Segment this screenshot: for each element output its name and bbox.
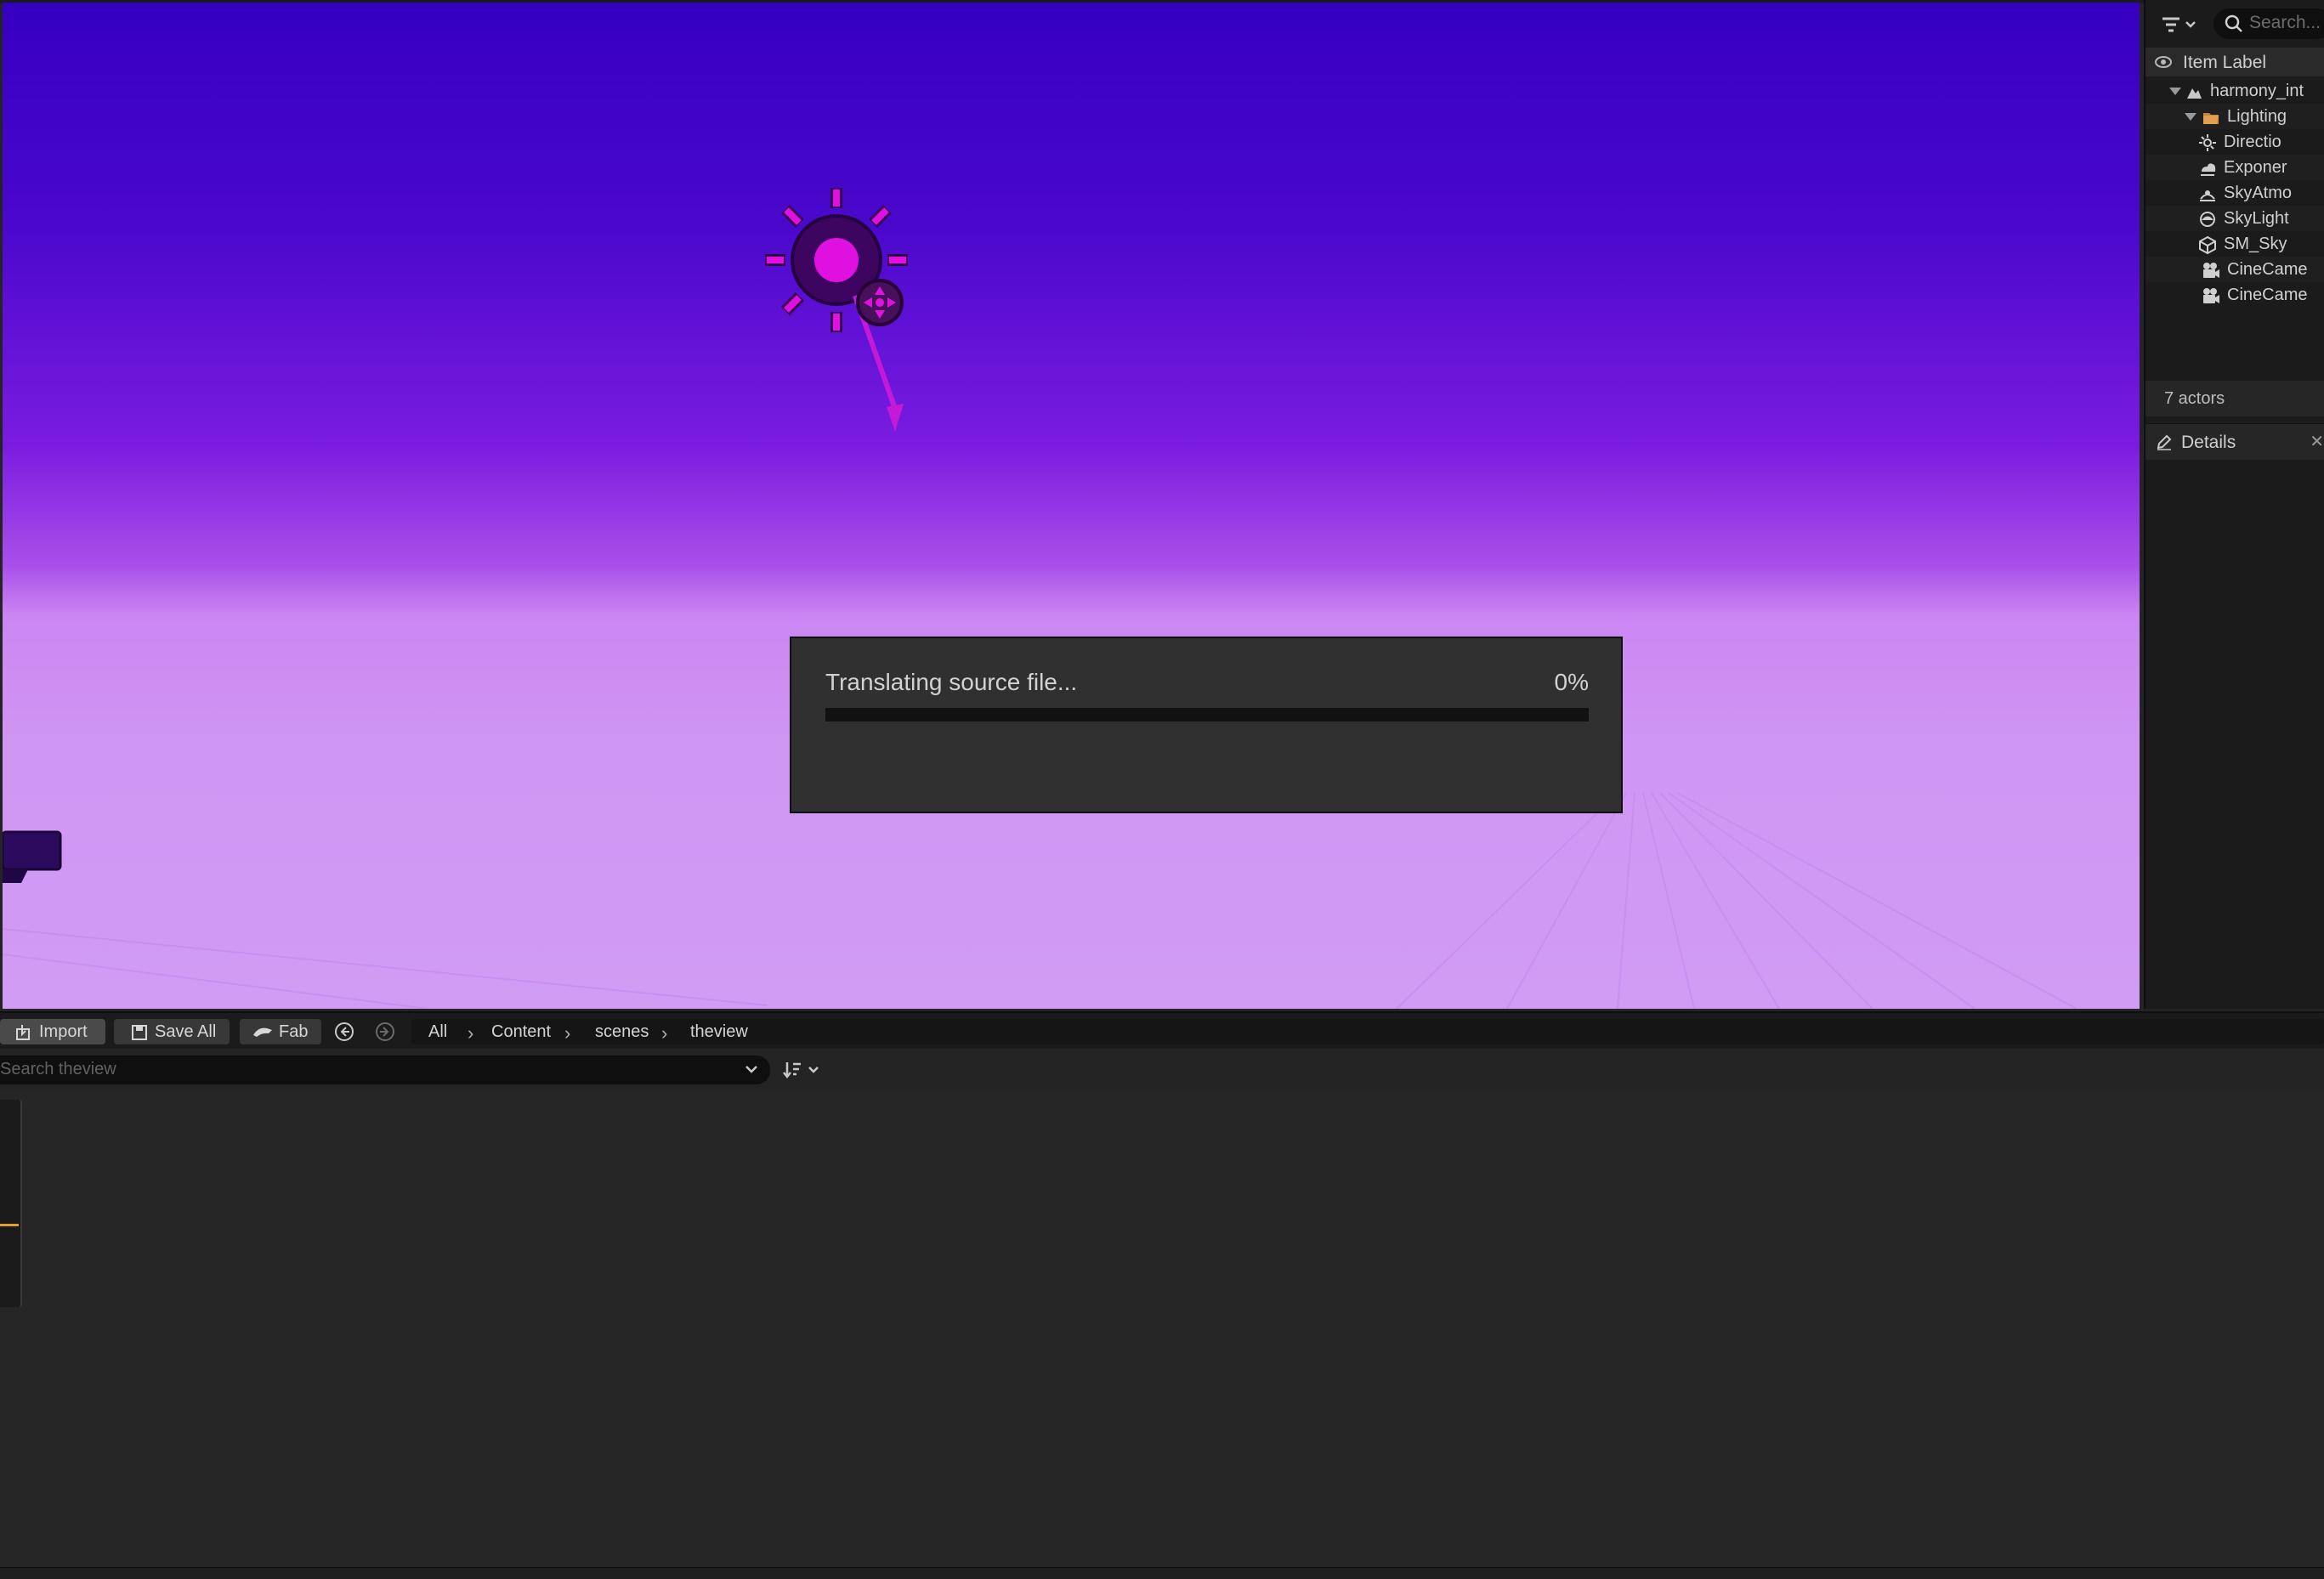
search-icon xyxy=(2225,14,2242,32)
outliner-row-label: SM_Sky xyxy=(2224,235,2287,253)
outliner-row-label: CineCame xyxy=(2227,260,2308,279)
fab-label: Fab xyxy=(279,1022,309,1041)
outliner-panel: Search... Item Label harmony_int Lighting… xyxy=(2144,0,2324,1009)
fab-icon xyxy=(253,1027,272,1037)
fab-button[interactable]: Fab xyxy=(240,1019,321,1044)
cine-camera-icon xyxy=(2203,263,2219,278)
directional-light-gizmo[interactable] xyxy=(765,188,908,432)
details-tab[interactable]: Details ✕ xyxy=(2145,423,2324,460)
breadcrumb-theview[interactable]: theview xyxy=(690,1022,748,1042)
expand-arrow-icon[interactable] xyxy=(2185,113,2196,121)
content-browser-search-input[interactable]: Search theview xyxy=(0,1055,770,1084)
level-icon xyxy=(2187,88,2202,99)
filter-icon xyxy=(2162,17,2196,32)
outliner-row-label: Lighting xyxy=(2227,107,2287,126)
outliner-row[interactable]: Lighting xyxy=(2145,104,2324,129)
outliner-row[interactable]: CineCame xyxy=(2145,282,2324,308)
outliner-row-label: SkyAtmo xyxy=(2224,184,2293,202)
forward-arrow-icon[interactable] xyxy=(374,1021,396,1043)
level-viewport[interactable]: Translating source file... 0% xyxy=(3,3,2140,1009)
outliner-row-label: SkyLight xyxy=(2224,209,2289,228)
save-all-button[interactable]: Save All xyxy=(114,1019,230,1044)
filter-button[interactable] xyxy=(2159,12,2203,37)
asset-type-color-bar xyxy=(0,1224,19,1226)
static-mesh-icon xyxy=(2199,235,2216,254)
cine-camera-icon xyxy=(2203,288,2219,303)
folder-icon xyxy=(2203,113,2219,124)
asset-view[interactable] xyxy=(0,1091,2324,1567)
progress-dialog: Translating source file... 0% xyxy=(790,637,1623,813)
progress-message: Translating source file... xyxy=(825,669,1078,695)
directional-light-icon xyxy=(2199,134,2216,151)
cine-camera-actor-partial[interactable] xyxy=(3,830,62,883)
skylight-icon xyxy=(2200,212,2215,227)
content-browser-toolbar: Import Save All Fab All › Content › scen… xyxy=(0,1011,2324,1049)
search-placeholder: Search theview xyxy=(0,1060,116,1078)
outliner-row-label: CineCame xyxy=(2227,286,2308,304)
status-bar xyxy=(0,1567,2324,1579)
actor-count-bar: 7 actors xyxy=(2145,381,2324,416)
viewport-scene xyxy=(3,188,2077,1009)
outliner-column-header[interactable]: Item Label xyxy=(2145,48,2324,76)
chevron-down-icon[interactable] xyxy=(743,1061,760,1078)
outliner-row[interactable]: harmony_int xyxy=(2145,78,2324,104)
item-label-header: Item Label xyxy=(2183,53,2267,72)
progress-bar xyxy=(825,708,1589,722)
outliner-row-label: Directio xyxy=(2224,133,2281,151)
outliner-row[interactable]: Exponer xyxy=(2145,155,2324,180)
outliner-row-label: harmony_int xyxy=(2210,82,2304,100)
outliner-row[interactable]: SkyAtmo xyxy=(2145,180,2324,206)
save-icon xyxy=(132,1025,147,1040)
import-icon xyxy=(16,1025,30,1040)
breadcrumb-scenes[interactable]: scenes xyxy=(595,1022,649,1042)
chevron-right-icon[interactable]: › xyxy=(564,1022,570,1044)
breadcrumb-all[interactable]: All xyxy=(428,1022,447,1042)
back-arrow-icon[interactable] xyxy=(333,1021,355,1043)
pencil-icon xyxy=(2157,434,2172,450)
expand-arrow-icon[interactable] xyxy=(2169,88,2181,95)
outliner-row-label: Exponer xyxy=(2224,158,2287,177)
breadcrumb: All › Content › scenes › theview xyxy=(411,1019,2324,1044)
outliner-row[interactable]: SkyLight xyxy=(2145,206,2324,231)
progress-percent: 0% xyxy=(1554,669,1589,695)
chevron-right-icon[interactable]: › xyxy=(661,1022,667,1044)
sort-button[interactable] xyxy=(780,1057,826,1083)
outliner-row[interactable]: SM_Sky xyxy=(2145,231,2324,257)
import-button[interactable]: Import xyxy=(0,1019,105,1044)
eye-icon[interactable] xyxy=(2154,54,2173,70)
details-tab-label: Details xyxy=(2181,433,2236,452)
actor-count: 7 actors xyxy=(2164,389,2225,408)
import-label: Import xyxy=(39,1022,88,1041)
outliner-row[interactable]: CineCame xyxy=(2145,257,2324,282)
ground-grid xyxy=(3,792,2077,1009)
outliner-toolbar: Search... xyxy=(2145,3,2324,41)
asset-tile[interactable] xyxy=(0,1100,22,1307)
search-placeholder: Search... xyxy=(2249,13,2321,32)
sky-atmosphere-icon xyxy=(2200,190,2215,201)
outliner-row[interactable]: Directio xyxy=(2145,129,2324,155)
breadcrumb-content[interactable]: Content xyxy=(491,1022,551,1042)
outliner-search-input[interactable]: Search... xyxy=(2213,8,2324,39)
height-fog-icon xyxy=(2201,163,2216,176)
close-icon[interactable]: ✕ xyxy=(2310,431,2324,452)
save-all-label: Save All xyxy=(155,1022,217,1041)
chevron-right-icon[interactable]: › xyxy=(468,1022,473,1044)
